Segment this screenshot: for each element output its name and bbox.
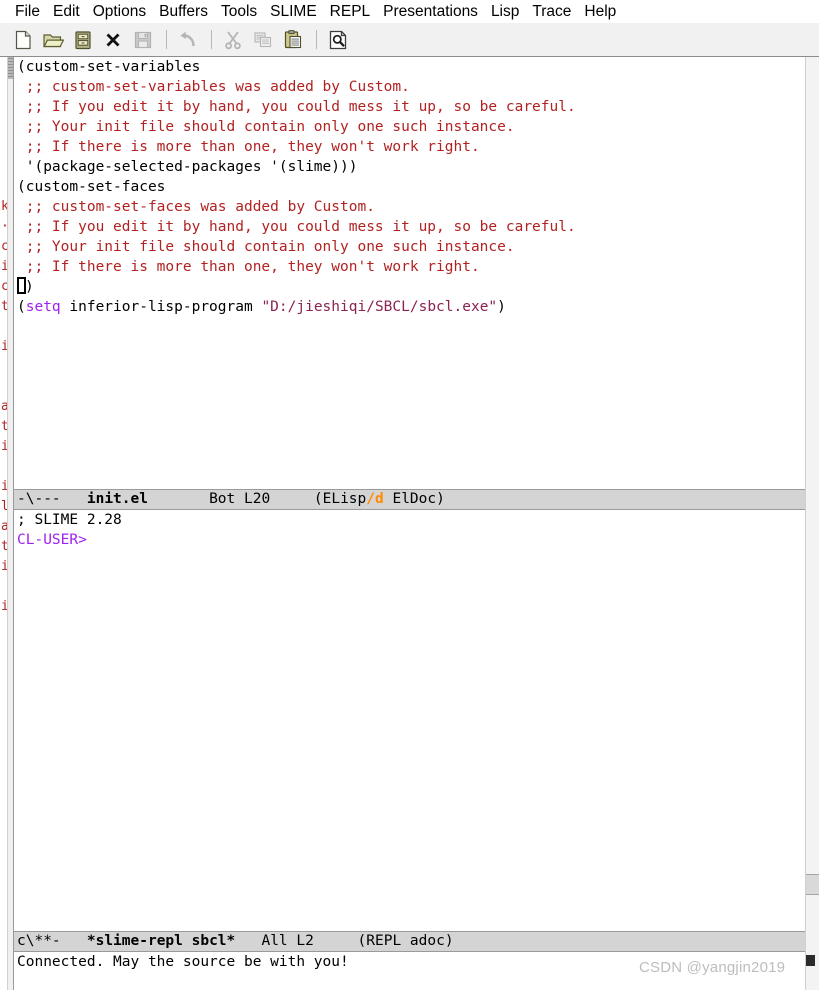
menu-buffers[interactable]: Buffers xyxy=(153,0,215,23)
init-el-line[interactable]: ;; Your init file should contain only on… xyxy=(14,117,805,137)
cut-button[interactable] xyxy=(219,26,247,54)
search-button[interactable] xyxy=(324,26,352,54)
init-el-seg: "D:/jieshiqi/SBCL/sbcl.exe" xyxy=(261,299,498,315)
toolbar-separator-2 xyxy=(211,30,212,49)
menu-file[interactable]: File xyxy=(9,0,47,23)
menu-bar: File Edit Options Buffers Tools SLIME RE… xyxy=(0,0,819,23)
new-file-button[interactable] xyxy=(9,26,37,54)
save-floppy-icon xyxy=(134,31,152,48)
undo-arrow-icon xyxy=(180,31,195,46)
mode-line-flags: -\--- xyxy=(17,491,61,507)
mode-line-init-el[interactable]: -\--- init.el Bot L20 (ELisp/d ElDoc) xyxy=(14,489,805,510)
init-el-seg: ;; custom-set-variables was added by Cus… xyxy=(17,79,410,95)
buffer-text-slime-repl[interactable]: ; SLIME 2.28 CL-USER> xyxy=(14,510,805,550)
close-x-icon xyxy=(106,33,120,46)
init-el-seg: ;; Your init file should contain only on… xyxy=(17,239,515,255)
slime-repl-seg: ; SLIME 2.28 xyxy=(17,512,122,528)
init-el-seg: inferior-lisp-program xyxy=(60,299,262,315)
mode-line-debug-flag[interactable]: /d xyxy=(366,491,383,507)
frame-top-rule xyxy=(0,56,819,57)
paste-button[interactable] xyxy=(279,26,307,54)
menu-edit[interactable]: Edit xyxy=(47,0,87,23)
search-page-icon xyxy=(329,30,347,49)
watermark: CSDN @yangjin2019 xyxy=(639,959,786,976)
init-el-seg: ;; Your init file should contain only on… xyxy=(17,119,515,135)
tool-bar xyxy=(0,23,819,57)
slime-repl-line[interactable]: ; SLIME 2.28 xyxy=(14,510,805,530)
mode-line-slime-repl[interactable]: c\**- *slime-repl sbcl* All L2 (REPL ado… xyxy=(14,931,805,952)
toolbar-separator-3 xyxy=(316,30,317,49)
init-el-seg: ;; If there is more than one, they won't… xyxy=(17,139,480,155)
init-el-seg: ) xyxy=(497,299,506,315)
right-strip-upper[interactable] xyxy=(806,57,819,874)
init-el-seg: '(package-selected-packages '(slime))) xyxy=(17,159,358,175)
new-file-icon xyxy=(15,30,31,49)
mode-line-bot-position: All xyxy=(261,933,288,949)
menu-tools[interactable]: Tools xyxy=(215,0,264,23)
mode-line-line-number: L20 xyxy=(244,491,271,507)
window-slime-repl[interactable]: ; SLIME 2.28 CL-USER> xyxy=(14,510,805,931)
init-el-seg: ;; If you edit it by hand, you could mes… xyxy=(17,99,576,115)
init-el-seg: ;; If you edit it by hand, you could mes… xyxy=(17,219,576,235)
undo-button[interactable] xyxy=(174,26,202,54)
copy-pages-icon xyxy=(254,31,272,47)
mode-line-bot-flags: c\**- xyxy=(17,933,61,949)
right-strip-marker xyxy=(806,955,815,966)
mode-line-bot-modes[interactable]: (REPL adoc) xyxy=(358,933,454,949)
slime-repl-line[interactable]: CL-USER> xyxy=(14,530,805,550)
copy-button[interactable] xyxy=(249,26,277,54)
init-el-line[interactable]: (custom-set-faces xyxy=(14,177,805,197)
mode-line-bot-line-number: L2 xyxy=(296,933,314,949)
menu-slime[interactable]: SLIME xyxy=(264,0,324,23)
menu-help[interactable]: Help xyxy=(578,0,623,23)
init-el-seg: ;; If there is more than one, they won't… xyxy=(17,259,480,275)
init-el-seg: ( xyxy=(17,299,26,315)
mode-line-minor-modes[interactable]: ElDoc) xyxy=(384,491,444,507)
window-init-el[interactable]: (custom-set-variables ;; custom-set-vari… xyxy=(14,57,805,489)
right-strip-lower[interactable] xyxy=(806,895,819,990)
mode-line-bot-buffer-name[interactable]: *slime-repl sbcl* xyxy=(87,933,235,949)
mode-line-major-mode[interactable]: (ELisp xyxy=(314,491,366,507)
init-el-line[interactable]: ;; If you edit it by hand, you could mes… xyxy=(14,217,805,237)
init-el-line[interactable]: ;; If there is more than one, they won't… xyxy=(14,137,805,157)
init-el-seg: ) xyxy=(25,279,34,295)
left-scrollbar[interactable] xyxy=(7,57,14,990)
init-el-line[interactable]: (setq inferior-lisp-program "D:/jieshiqi… xyxy=(14,297,805,317)
init-el-line[interactable]: '(package-selected-packages '(slime))) xyxy=(14,157,805,177)
toolbar-separator-1 xyxy=(166,30,167,49)
right-strip-modeline-band xyxy=(806,874,819,895)
mode-line-buffer-name[interactable]: init.el xyxy=(87,491,148,507)
slime-repl-seg: CL-USER> xyxy=(17,532,87,548)
right-scrollbar-strip[interactable] xyxy=(805,57,819,990)
close-buffer-button[interactable] xyxy=(99,26,127,54)
emacs-frame: (custom-set-variables ;; custom-set-vari… xyxy=(14,57,805,990)
open-file-button[interactable] xyxy=(39,26,67,54)
init-el-seg: (custom-set-variables xyxy=(17,59,201,75)
cut-scissors-icon xyxy=(225,30,241,49)
menu-options[interactable]: Options xyxy=(87,0,153,23)
init-el-seg: (custom-set-faces xyxy=(17,179,166,195)
mode-line-position: Bot xyxy=(209,491,236,507)
menu-trace[interactable]: Trace xyxy=(526,0,578,23)
menu-lisp[interactable]: Lisp xyxy=(485,0,526,23)
buffer-text-init-el[interactable]: (custom-set-variables ;; custom-set-vari… xyxy=(14,57,805,317)
init-el-line[interactable]: ) xyxy=(14,277,805,297)
init-el-seg: setq xyxy=(25,299,61,315)
left-scrollbar-thumb[interactable] xyxy=(8,57,13,79)
menu-repl[interactable]: REPL xyxy=(324,0,378,23)
init-el-seg: ;; custom-set-faces was added by Custom. xyxy=(17,199,375,215)
menu-presentations[interactable]: Presentations xyxy=(377,0,485,23)
dired-cabinet-icon xyxy=(75,30,91,49)
init-el-line[interactable]: (custom-set-variables xyxy=(14,57,805,77)
init-el-line[interactable]: ;; If there is more than one, they won't… xyxy=(14,257,805,277)
init-el-line[interactable]: ;; If you edit it by hand, you could mes… xyxy=(14,97,805,117)
init-el-line[interactable]: ;; custom-set-faces was added by Custom. xyxy=(14,197,805,217)
open-folder-icon xyxy=(43,33,64,47)
paste-clipboard-icon xyxy=(284,29,302,48)
init-el-line[interactable]: ;; Your init file should contain only on… xyxy=(14,237,805,257)
save-button[interactable] xyxy=(129,26,157,54)
dired-button[interactable] xyxy=(69,26,97,54)
init-el-line[interactable]: ;; custom-set-variables was added by Cus… xyxy=(14,77,805,97)
